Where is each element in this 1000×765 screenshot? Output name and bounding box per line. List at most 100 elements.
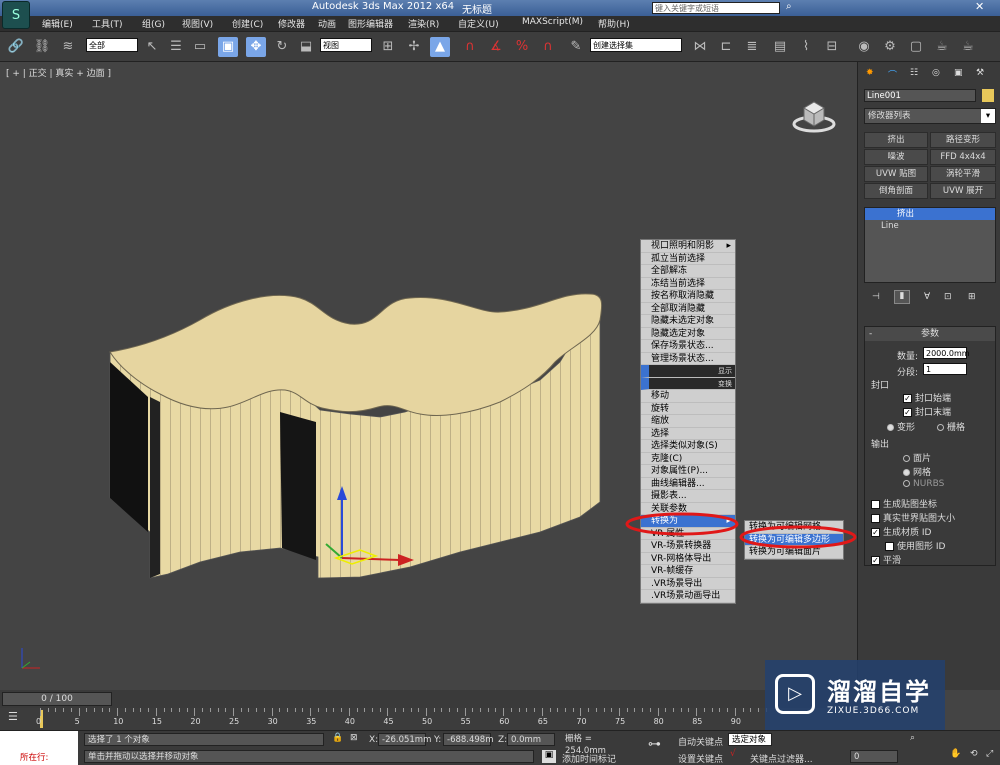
auto-key-button[interactable]: 自动关键点 [678,735,723,748]
modify-tab-icon[interactable]: ⌒ [888,68,897,81]
menu-item-curve-editor[interactable]: 曲线编辑器... [641,477,735,490]
motion-tab-icon[interactable]: ◎ [932,68,940,78]
add-time-tag-label[interactable]: 添加时间标记 [562,752,616,765]
menu-item-convert-poly[interactable]: 转换为可编辑多边形 [745,533,843,546]
mod-btn-path-deform[interactable]: 路径变形 [930,132,996,148]
pin-stack-icon[interactable]: ⊣ [872,292,880,302]
menu-item-object-properties[interactable]: 对象属性(P)... [641,465,735,478]
grid-radio[interactable]: 栅格 [937,420,965,433]
menu-item-convert-patch[interactable]: 转换为可编辑面片 [745,546,843,559]
rect-selection-icon[interactable]: ▭ [190,37,210,57]
create-tab-icon[interactable]: ✸ [866,68,874,78]
menu-create[interactable]: 创建(C) [232,17,263,30]
menu-edit[interactable]: 编辑(E) [42,17,73,30]
object-name-field[interactable]: Line001 [864,89,976,102]
stack-item-line[interactable]: Line [865,220,995,232]
time-slider[interactable]: 0 / 100 [0,690,858,708]
output-nurbs-radio[interactable]: NURBS [903,479,944,489]
configure-sets-icon[interactable]: ⊞ [968,292,976,302]
menu-maxscript[interactable]: MAXScript(M) [522,17,583,27]
gen-material-id-checkbox[interactable]: ✓ 生成材质 ID [871,525,931,538]
mod-btn-uvw-unwrap[interactable]: UVW 展开 [930,183,996,199]
search-input[interactable]: 键入关键字或短语 [652,2,780,14]
set-key-button[interactable]: 设置关键点 [678,752,723,765]
mod-btn-ffd[interactable]: FFD 4x4x4 [930,149,996,165]
menu-item-unfreeze-all[interactable]: 全部解冻 [641,265,735,278]
maxscript-listener[interactable]: 所在行: [0,731,78,765]
menu-item-isolate[interactable]: 孤立当前选择 [641,252,735,265]
add-time-tag-icon[interactable]: ▣ [542,750,556,763]
link-icon[interactable]: 🔗 [6,37,26,57]
keyboard-shortcut-icon[interactable]: ▲ [430,37,450,57]
curve-editor-icon[interactable]: ⌇ [796,37,816,57]
menu-graph-editors[interactable]: 图形编辑器 [348,17,393,30]
modifier-stack[interactable]: 挤出 Line [864,207,996,283]
schematic-view-icon[interactable]: ⊟ [822,37,842,57]
layer-manager-icon[interactable]: ≣ [742,37,762,57]
key-mode-dropdown[interactable]: 选定对象 [728,733,772,746]
unlink-icon[interactable]: ⛓ [32,37,52,57]
menu-item-vr-scene-converter[interactable]: VR-场景转换器 [641,540,735,553]
x-coordinate-field[interactable]: -26.051mm [378,733,431,746]
rotate-icon[interactable]: ↻ [272,37,292,57]
real-world-map-checkbox[interactable]: 真实世界贴图大小 [871,511,955,524]
menu-item-select-similar[interactable]: 选择类似对象(S) [641,440,735,453]
menu-item-save-scene-state[interactable]: 保存场景状态... [641,340,735,353]
menu-item-wire-parameters[interactable]: 关联参数 [641,502,735,515]
rollout-header[interactable]: 参数 - [865,327,995,341]
menu-item-lighting[interactable]: 视口照明和阴影 ▸ [641,240,735,253]
menu-item-convert-mesh[interactable]: 转换为可编辑网格 [745,521,843,534]
cap-start-checkbox[interactable]: ✓ 封口始端 [903,391,951,404]
set-key-curve-icon[interactable]: √ [730,749,736,759]
z-coordinate-field[interactable]: 0.0mm [507,733,555,746]
mod-btn-extrude[interactable]: 挤出 [864,132,928,148]
modifier-list-dropdown[interactable]: 修改器列表 ▾ [864,108,996,124]
pivot-icon[interactable]: ⊞ [378,37,398,57]
current-frame-field[interactable]: 0 [850,750,898,763]
manipulate-icon[interactable]: ✢ [404,37,424,57]
mod-btn-uvw-map[interactable]: UVW 贴图 [864,166,928,182]
amount-spinner[interactable]: 2000.0mm [923,347,970,359]
y-coordinate-field[interactable]: -688.498m [443,733,494,746]
output-mesh-radio[interactable]: 网格 [903,465,931,478]
menu-customize[interactable]: 自定义(U) [458,17,499,30]
menu-item-unhide-by-name[interactable]: 按名称取消隐藏 [641,290,735,303]
use-shape-id-checkbox[interactable]: 使用图形 ID [885,539,945,552]
spinner-snap-icon[interactable]: ∩ [538,37,558,57]
scale-icon[interactable]: ⬓ [296,37,316,57]
hierarchy-tab-icon[interactable]: ☷ [910,68,918,78]
mod-btn-turbosmooth[interactable]: 涡轮平滑 [930,166,996,182]
move-icon[interactable]: ✥ [246,37,266,57]
angle-snap-icon[interactable]: ∡ [486,37,506,57]
pan-icon[interactable]: ✋ [950,749,961,759]
menu-item-convert-to[interactable]: 转换为 ▸ [641,515,735,528]
render-iterative-icon[interactable]: ☕ [958,37,978,57]
named-selection-dropdown[interactable]: 创建选择集 [590,38,682,52]
mod-btn-noise[interactable]: 噪波 [864,149,928,165]
app-logo-icon[interactable]: S [2,1,30,29]
snap-icon[interactable]: ∩ [460,37,480,57]
viewcube-icon[interactable] [790,88,836,133]
menu-item-rotate[interactable]: 旋转 [641,402,735,415]
bind-space-warp-icon[interactable]: ≋ [58,37,78,57]
menu-item-dope-sheet[interactable]: 摄影表... [641,490,735,503]
close-icon[interactable]: ✕ [975,0,984,13]
mirror-icon[interactable]: ⋈ [690,37,710,57]
show-end-result-icon[interactable]: ▮ [894,290,910,304]
menu-item-scale[interactable]: 缩放 [641,415,735,428]
render-setup-icon[interactable]: ⚙ [880,37,900,57]
menu-animation[interactable]: 动画 [318,17,336,30]
menu-item-vr-mesh-export[interactable]: VR-网格体导出 [641,552,735,565]
menu-rendering[interactable]: 渲染(R) [408,17,439,30]
viewport[interactable]: [ + | 正交 | 真实 + 边面 ] 视口照明和阴影 ▸ 孤立当前选择 全部… [0,62,858,690]
search-icon[interactable]: ⌕ [786,1,792,12]
stack-item-extrude[interactable]: 挤出 [865,208,995,220]
menu-group[interactable]: 组(G) [142,17,165,30]
menu-item-clone[interactable]: 克隆(C) [641,452,735,465]
display-tab-icon[interactable]: ▣ [954,68,963,78]
menu-tools[interactable]: 工具(T) [92,17,123,30]
key-icon[interactable]: ⊶ [648,737,661,752]
menu-item-manage-scene-states[interactable]: 管理场景状态... [641,352,735,365]
selection-filter-dropdown[interactable]: 全部 [86,38,138,52]
extruded-object[interactable] [0,62,620,602]
